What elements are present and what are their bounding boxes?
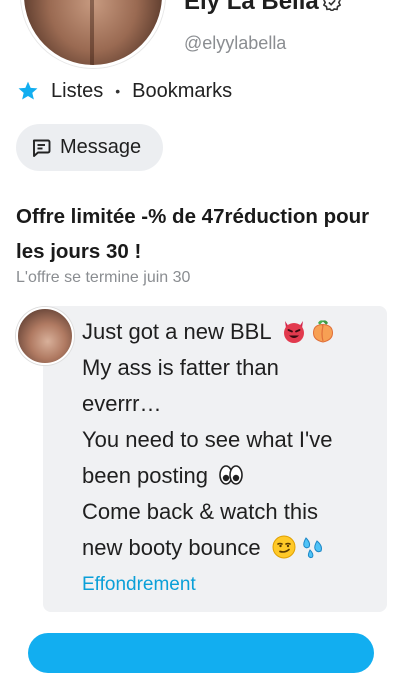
message-button[interactable]: Message — [16, 124, 163, 171]
smirking-face-emoji-icon — [272, 535, 296, 559]
profile-name: Ely La Bella — [184, 0, 341, 16]
profile-avatar[interactable] — [21, 0, 165, 68]
verified-icon — [322, 0, 341, 11]
peach-emoji-icon — [312, 320, 333, 343]
post-line: Just got a new BBL — [82, 314, 382, 350]
subscribe-button[interactable] — [28, 633, 374, 673]
offer-subtitle: L'offre se termine juin 30 — [16, 269, 191, 286]
sweat-droplets-emoji-icon — [302, 537, 322, 559]
separator-dot: • — [115, 83, 121, 99]
profile-name-text: Ely La Bella — [184, 0, 319, 15]
post-line: new booty bounce — [82, 530, 382, 566]
collapse-link[interactable]: Effondrement — [82, 574, 196, 596]
post-line-text: new booty bounce — [82, 535, 261, 560]
bookmarks-link[interactable]: Bookmarks — [132, 80, 232, 103]
post-line-text: Just got a new BBL — [82, 319, 271, 344]
offer-title: Offre limitée -% de 47réduction pour les… — [16, 205, 370, 263]
eyes-emoji-icon — [219, 465, 243, 485]
message-button-label: Message — [60, 136, 142, 158]
profile-handle[interactable]: @elyylabella — [184, 33, 286, 54]
post-avatar[interactable] — [16, 307, 74, 365]
post-line: been posting — [82, 458, 382, 494]
post-line: You need to see what I've — [82, 427, 333, 452]
post-line: Come back & watch this — [82, 499, 318, 524]
post-line: My ass is fatter than — [82, 355, 279, 380]
lists-link[interactable]: Listes — [51, 80, 103, 103]
message-icon — [32, 139, 51, 157]
smiling-devil-emoji-icon — [283, 321, 304, 343]
post-line-text: been posting — [82, 463, 208, 488]
star-icon — [18, 81, 38, 100]
post-text: Just got a new BBL My ass is fatter than… — [82, 314, 382, 566]
profile-links-row: Listes • Bookmarks — [17, 78, 232, 104]
post-line: everrr… — [82, 391, 162, 416]
